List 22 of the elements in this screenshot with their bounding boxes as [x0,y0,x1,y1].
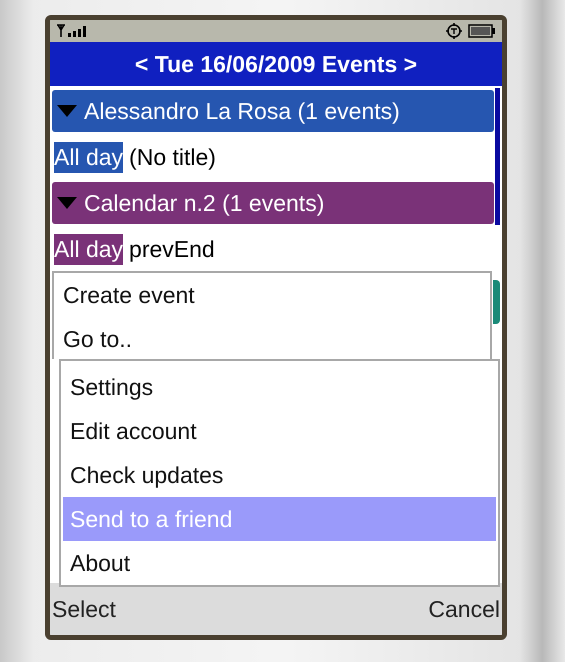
event-title: (No title) [129,144,216,170]
event-row[interactable]: All day (No title) [52,134,494,180]
calendar-group-header[interactable]: Calendar n.2 (1 events) [52,182,494,224]
battery-icon [468,24,496,38]
expanded-triangle-icon [56,196,78,210]
calendar-group-header[interactable]: Alessandro La Rosa (1 events) [52,90,494,132]
menu-item[interactable]: About [63,541,496,585]
menu-item[interactable]: Settings [63,365,496,409]
menu-item[interactable]: Go to.. [56,317,488,361]
select-softkey[interactable]: Select [50,596,118,622]
window-title: < Tue 16/06/2009 Events > [50,42,502,86]
scrollbar[interactable] [495,88,500,225]
menu-item[interactable]: Edit account [63,409,496,453]
expanded-triangle-icon [56,104,78,118]
event-title: prevEnd [129,236,215,262]
event-time: All day [54,142,124,172]
event-row[interactable]: All day prevEnd [52,226,494,272]
event-time: All day [54,234,124,264]
menu-item[interactable]: Create event [56,273,488,317]
list-item-edge [493,280,500,324]
cancel-softkey[interactable]: Cancel [426,596,502,622]
menu-item[interactable]: Check updates [63,453,496,497]
